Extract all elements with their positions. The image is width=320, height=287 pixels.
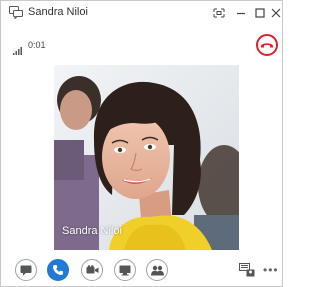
im-icon xyxy=(20,265,32,275)
im-button[interactable] xyxy=(15,259,37,281)
participants-button[interactable] xyxy=(146,259,168,281)
video-camera-icon xyxy=(86,265,98,274)
present-button[interactable] xyxy=(114,259,136,281)
hang-up-button[interactable] xyxy=(256,34,278,56)
lync-chat-icon xyxy=(9,6,23,20)
call-window: Sandra Niloi 0:01 Sandra Niloi ••• xyxy=(0,0,283,287)
title-bar[interactable]: Sandra Niloi xyxy=(1,1,282,25)
call-timer: 0:01 xyxy=(28,40,46,50)
video-button[interactable] xyxy=(81,259,103,281)
layout-icon[interactable] xyxy=(239,263,255,277)
phone-icon xyxy=(53,265,63,275)
participants-icon xyxy=(150,265,164,275)
more-options-button[interactable]: ••• xyxy=(263,263,279,277)
close-icon[interactable] xyxy=(266,4,286,22)
minimize-icon[interactable] xyxy=(231,4,251,22)
call-controls-button[interactable] xyxy=(47,259,69,281)
hang-up-icon xyxy=(261,43,273,48)
signal-bars-icon xyxy=(13,42,23,55)
present-icon xyxy=(119,265,131,275)
pin-icon[interactable] xyxy=(209,4,229,22)
window-title: Sandra Niloi xyxy=(28,6,88,18)
video-feed: Sandra Niloi xyxy=(54,65,239,250)
caller-name-overlay: Sandra Niloi xyxy=(62,225,122,237)
